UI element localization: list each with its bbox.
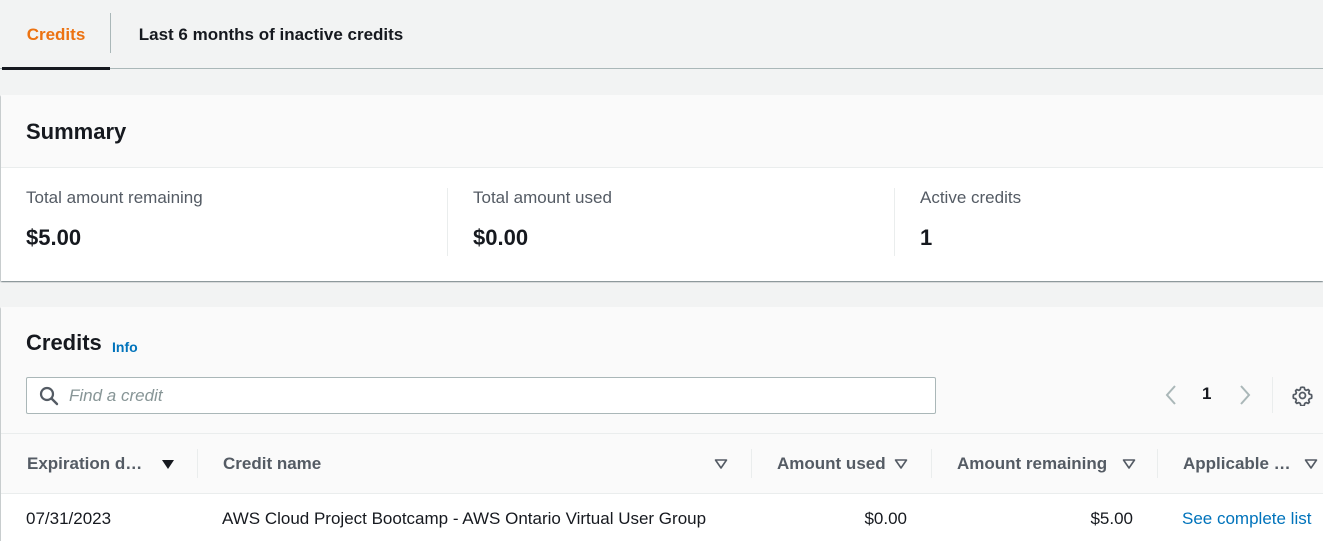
- column-divider: [931, 449, 932, 478]
- pagination-divider: [1272, 377, 1273, 413]
- stat-label: Total amount used: [473, 188, 612, 207]
- gear-icon[interactable]: [1292, 385, 1313, 406]
- see-complete-list-link[interactable]: See complete list: [1182, 509, 1311, 529]
- info-link[interactable]: Info: [112, 339, 138, 355]
- summary-header: Summary: [1, 95, 1323, 168]
- column-header-label: Applicable …: [1183, 453, 1291, 473]
- stat-label: Total amount remaining: [26, 188, 203, 207]
- column-divider: [1157, 449, 1158, 478]
- credits-header: Credits: [1, 307, 1323, 434]
- search-box: [26, 377, 936, 414]
- tab-inactive-credits[interactable]: Last 6 months of inactive credits: [111, 0, 431, 69]
- sort-icon: [1304, 459, 1318, 469]
- cell-credit-name: AWS Cloud Project Bootcamp - AWS Ontario…: [222, 509, 707, 528]
- column-header-label: Amount remaining: [957, 453, 1108, 473]
- stat-total-used: Total amount used $0.00: [473, 168, 893, 281]
- table-row: 07/31/2023 AWS Cloud Project Bootcamp - …: [1, 494, 1323, 541]
- stat-value: 1: [920, 225, 933, 250]
- column-header-credit-name[interactable]: Credit name: [223, 434, 751, 493]
- sort-icon: [714, 459, 728, 469]
- summary-panel: Summary Total amount remaining $5.00 Tot…: [1, 95, 1323, 281]
- column-header-label: Expiration d…: [27, 453, 143, 473]
- stat-active-credits: Active credits 1: [920, 168, 1320, 281]
- sort-icon: [1122, 459, 1136, 469]
- column-header-amount-used[interactable]: Amount used: [777, 434, 931, 493]
- column-divider: [197, 449, 198, 478]
- sort-descending-icon: [162, 460, 174, 469]
- column-header-applicable[interactable]: Applicable …: [1183, 434, 1323, 493]
- stat-value: $5.00: [26, 225, 82, 250]
- search-input[interactable]: [69, 378, 929, 413]
- chevron-left-icon[interactable]: [1164, 384, 1178, 406]
- column-header-amount-remaining[interactable]: Amount remaining: [957, 434, 1157, 493]
- cell-amount-remaining: $5.00: [1090, 509, 1133, 528]
- pagination-current-page[interactable]: 1: [1202, 384, 1211, 404]
- credits-title: Credits: [26, 330, 102, 355]
- cell-amount-used: $0.00: [864, 509, 907, 528]
- column-divider: [751, 449, 752, 478]
- stat-value: $0.00: [473, 225, 529, 250]
- column-header-label: Credit name: [223, 453, 322, 473]
- chevron-right-icon[interactable]: [1238, 384, 1252, 406]
- search-icon: [39, 386, 59, 406]
- column-header-expiration[interactable]: Expiration d…: [27, 434, 197, 493]
- column-header-label: Amount used: [777, 453, 886, 473]
- stat-label: Active credits: [920, 188, 1022, 207]
- stat-total-remaining: Total amount remaining $5.00: [26, 168, 446, 281]
- tab-credits[interactable]: Credits: [2, 0, 110, 70]
- stat-divider: [894, 188, 895, 256]
- cell-expiration: 07/31/2023: [26, 509, 112, 528]
- stat-divider: [447, 188, 448, 256]
- sort-icon: [894, 459, 908, 469]
- tab-credits-label: Credits: [26, 24, 86, 44]
- tab-inactive-credits-label: Last 6 months of inactive credits: [138, 24, 404, 44]
- tab-bar: Credits Last 6 months of inactive credit…: [0, 0, 1323, 70]
- summary-title: Summary: [26, 119, 127, 144]
- table-header: Expiration d… Credit name Amount used Am…: [1, 433, 1323, 494]
